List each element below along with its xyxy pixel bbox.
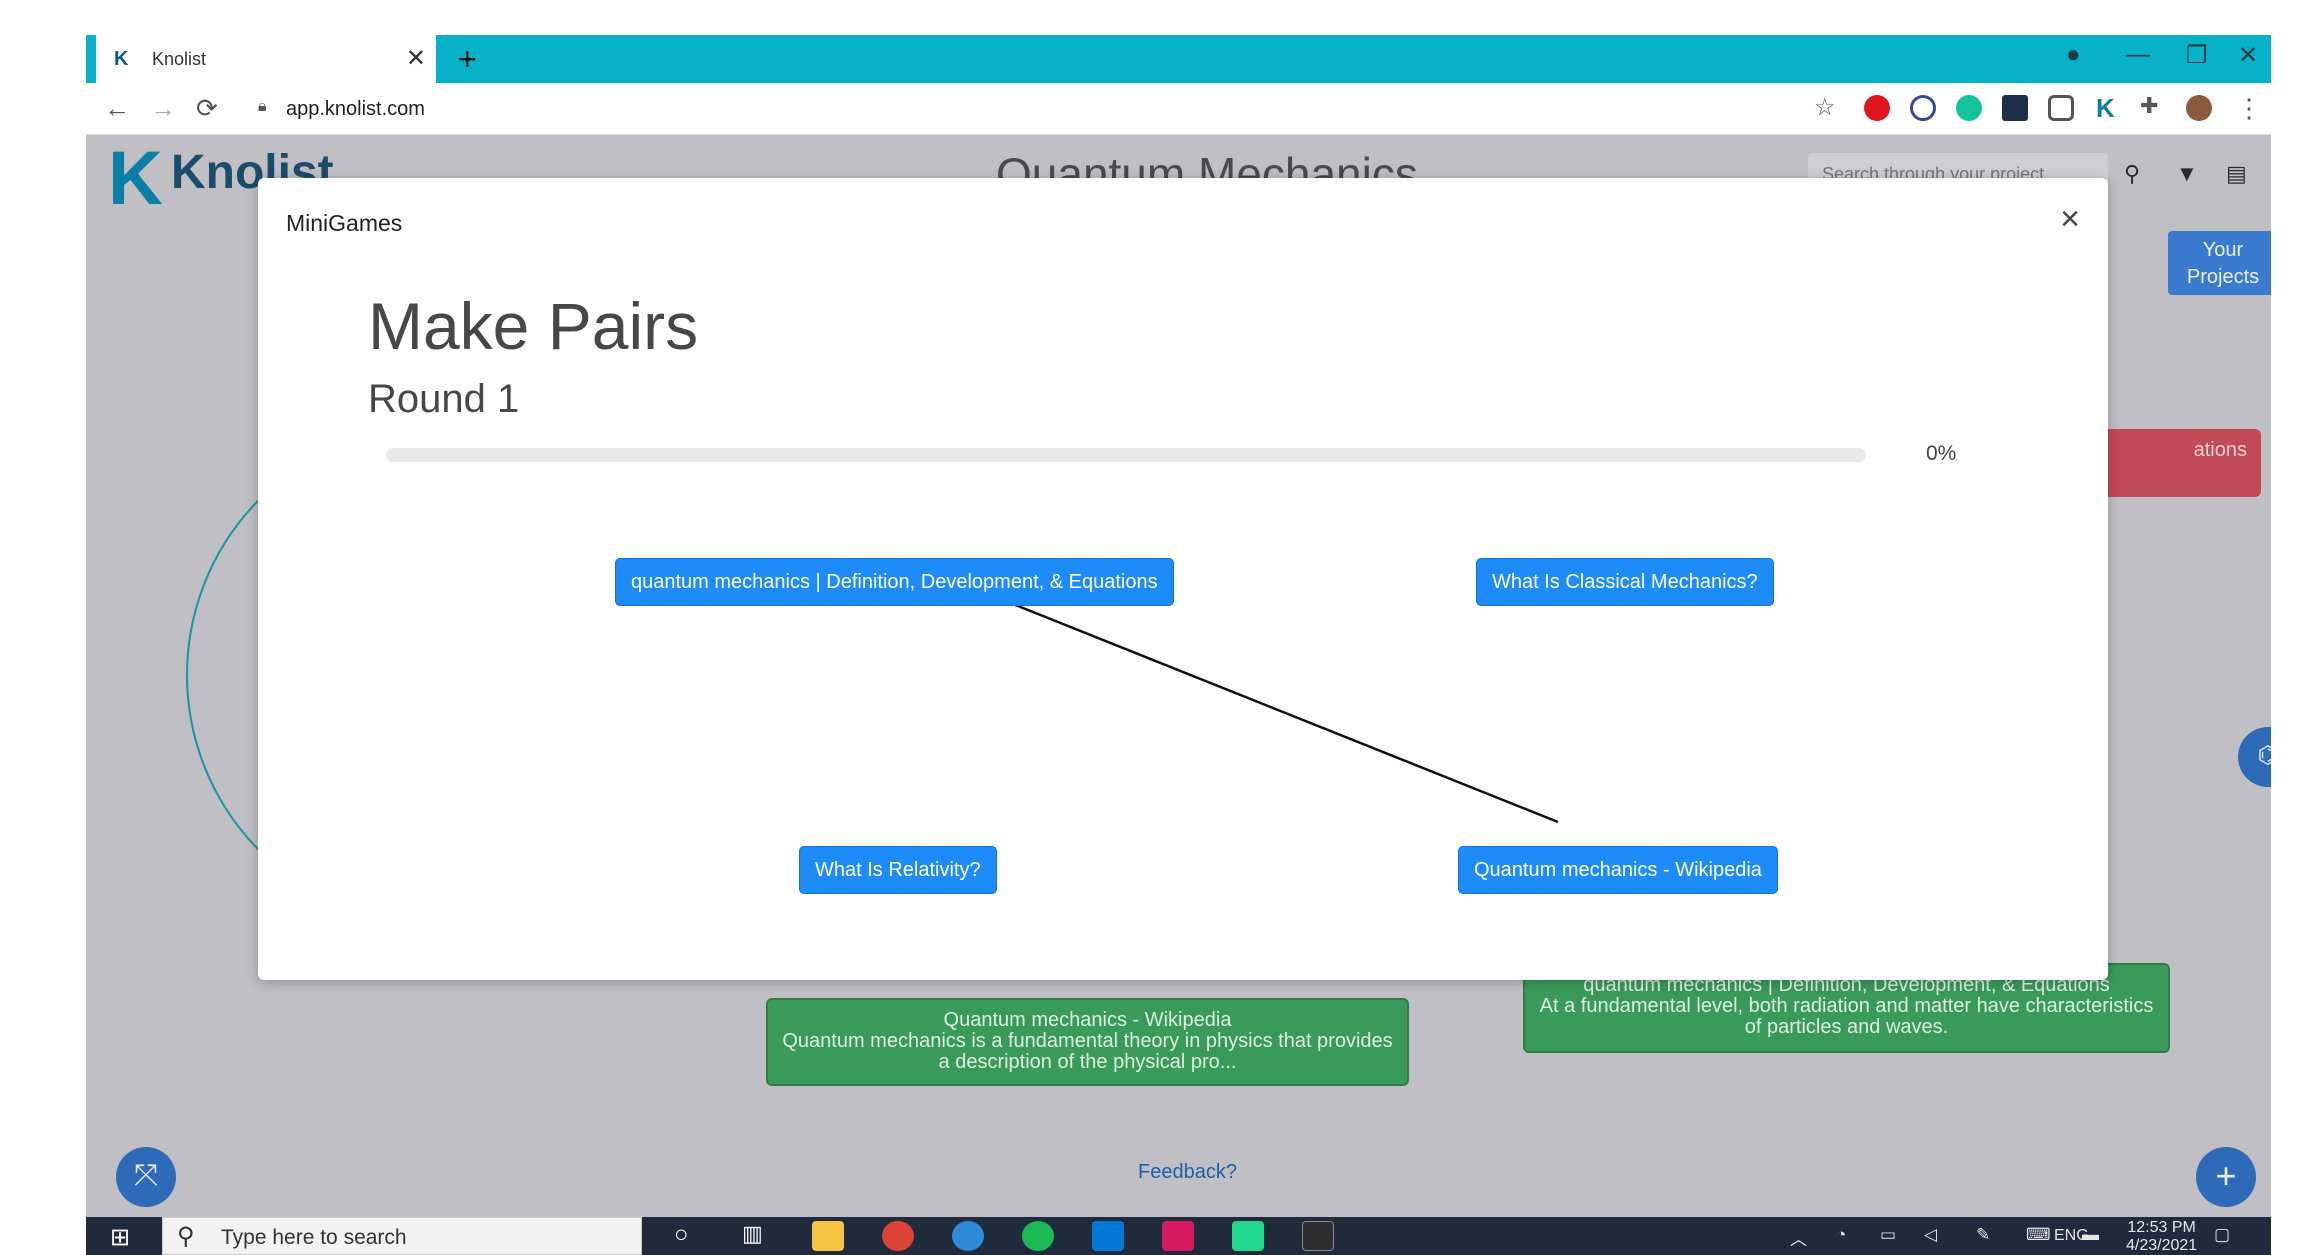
extension-adblock-icon[interactable] bbox=[1864, 95, 1890, 121]
search-icon[interactable]: ⚲ bbox=[2124, 161, 2140, 187]
extension-grammarly-icon[interactable] bbox=[1956, 95, 1982, 121]
extension-pocket-icon[interactable] bbox=[2048, 95, 2074, 121]
node-snippet: Quantum mechanics is a fundamental theor… bbox=[782, 1030, 1393, 1073]
chrome-icon[interactable] bbox=[882, 1221, 914, 1251]
profile-avatar[interactable] bbox=[2186, 95, 2212, 121]
tab-title: Knolist bbox=[152, 48, 207, 69]
your-projects-button[interactable]: Your Projects bbox=[2168, 231, 2271, 295]
extension-block-icon[interactable] bbox=[1910, 95, 1936, 121]
knolist-favicon-icon: K bbox=[114, 48, 129, 70]
pair-button-relativity[interactable]: What Is Relativity? bbox=[799, 846, 997, 894]
terminal-icon[interactable] bbox=[1302, 1221, 1334, 1251]
extension-react-icon[interactable] bbox=[2002, 95, 2028, 121]
wifi-icon[interactable]: ◔ bbox=[1836, 1225, 1846, 1245]
vscode-icon[interactable] bbox=[1092, 1221, 1124, 1251]
node-snippet: At a fundamental level, both radiation a… bbox=[1539, 995, 2154, 1038]
extensions-puzzle-icon[interactable]: ✚ bbox=[2140, 93, 2158, 119]
bookmark-star-icon[interactable]: ☆ bbox=[1814, 93, 1836, 122]
add-node-button[interactable]: + bbox=[2196, 1147, 2256, 1207]
clock-time: 12:53 PM bbox=[2127, 1219, 2196, 1236]
pair-button-classical-mechanics[interactable]: What Is Classical Mechanics? bbox=[1476, 558, 1774, 606]
filter-icon[interactable]: ▼ bbox=[2176, 161, 2198, 187]
lock-icon: 🔒︎ bbox=[258, 98, 267, 115]
intellij-icon[interactable] bbox=[1162, 1221, 1194, 1251]
screen: K Knolist ✕ + ● — ❐ ✕ ← → ⟳ 🔒︎ app.knoli… bbox=[0, 0, 2305, 1255]
battery-icon[interactable]: ▭ bbox=[1880, 1225, 1896, 1245]
minigames-modal: MiniGames × Make Pairs Round 1 0% quantu… bbox=[258, 178, 2108, 980]
new-tab-button[interactable]: + bbox=[458, 43, 477, 75]
pair-connector-line bbox=[957, 580, 1559, 824]
node-title: Quantum mechanics - Wikipedia bbox=[943, 1009, 1232, 1031]
chrome-profile-icon[interactable] bbox=[952, 1221, 984, 1251]
url-field[interactable]: app.knolist.com bbox=[286, 98, 425, 121]
cortana-icon[interactable]: ○ bbox=[674, 1221, 706, 1251]
notebook-icon[interactable]: ▤ bbox=[2226, 161, 2247, 187]
back-icon[interactable]: ← bbox=[104, 93, 130, 124]
tray-chevron-icon[interactable]: ︿ bbox=[1790, 1225, 1807, 1250]
minigames-controller-icon[interactable]: ⌬ bbox=[2238, 727, 2271, 787]
task-view-icon[interactable]: ▥ bbox=[742, 1221, 774, 1251]
taskbar-search[interactable]: ⚲ Type here to search bbox=[162, 1217, 642, 1255]
file-explorer-icon[interactable] bbox=[812, 1221, 844, 1251]
fullscreen-expand-button[interactable]: ⤧ bbox=[116, 1147, 176, 1207]
windows-taskbar: ⊞ ⚲ Type here to search ○ ▥ ︿ ◔ ▭ ◁ ✎ ⌨ … bbox=[86, 1217, 2271, 1255]
pen-icon[interactable]: ✎ bbox=[1976, 1225, 1990, 1245]
browser-menu-icon[interactable]: ⋮ bbox=[2236, 93, 2262, 124]
knolist-logo-icon: K bbox=[108, 136, 163, 221]
browser-tab[interactable]: K Knolist ✕ bbox=[86, 35, 436, 83]
browser-tab-bar: K Knolist ✕ + ● — ❐ ✕ bbox=[86, 35, 2271, 83]
taskbar-clock[interactable]: 12:53 PM 4/23/2021 bbox=[2126, 1219, 2197, 1255]
tab-close-icon[interactable]: ✕ bbox=[406, 47, 426, 71]
graph-node-wikipedia[interactable]: Quantum mechanics - Wikipedia Quantum me… bbox=[766, 998, 1409, 1086]
volume-icon[interactable]: ◁ bbox=[1924, 1225, 1937, 1245]
feedback-link[interactable]: Feedback? bbox=[1138, 1161, 1237, 1184]
pair-button-wikipedia[interactable]: Quantum mechanics - Wikipedia bbox=[1458, 846, 1778, 894]
close-window-icon[interactable]: ✕ bbox=[2238, 41, 2258, 70]
search-icon: ⚲ bbox=[177, 1223, 195, 1250]
notifications-icon[interactable]: ▢ bbox=[2214, 1225, 2230, 1245]
spotify-icon[interactable] bbox=[1022, 1221, 1054, 1251]
keyboard-icon[interactable]: ⌨ bbox=[2026, 1225, 2051, 1245]
forward-icon[interactable]: → bbox=[150, 93, 176, 124]
pycharm-icon[interactable] bbox=[1232, 1221, 1264, 1251]
taskbar-search-text: Type here to search bbox=[221, 1226, 407, 1249]
reload-icon[interactable]: ⟳ bbox=[196, 93, 218, 124]
address-bar: ← → ⟳ 🔒︎ app.knolist.com ☆ K ✚ ⋮ bbox=[86, 83, 2271, 135]
connector-line bbox=[957, 580, 1559, 824]
pair-button-britannica[interactable]: quantum mechanics | Definition, Developm… bbox=[615, 558, 1174, 606]
language-indicator[interactable]: ENG bbox=[2054, 1227, 2089, 1245]
extension-knolist-icon[interactable]: K bbox=[2096, 93, 2115, 124]
profile-dropdown-icon[interactable]: ● bbox=[2066, 41, 2081, 69]
windows-start-icon[interactable]: ⊞ bbox=[110, 1223, 130, 1252]
minimize-icon[interactable]: — bbox=[2126, 41, 2150, 69]
clock-date: 4/23/2021 bbox=[2126, 1237, 2198, 1254]
restore-icon[interactable]: ❐ bbox=[2186, 41, 2208, 70]
